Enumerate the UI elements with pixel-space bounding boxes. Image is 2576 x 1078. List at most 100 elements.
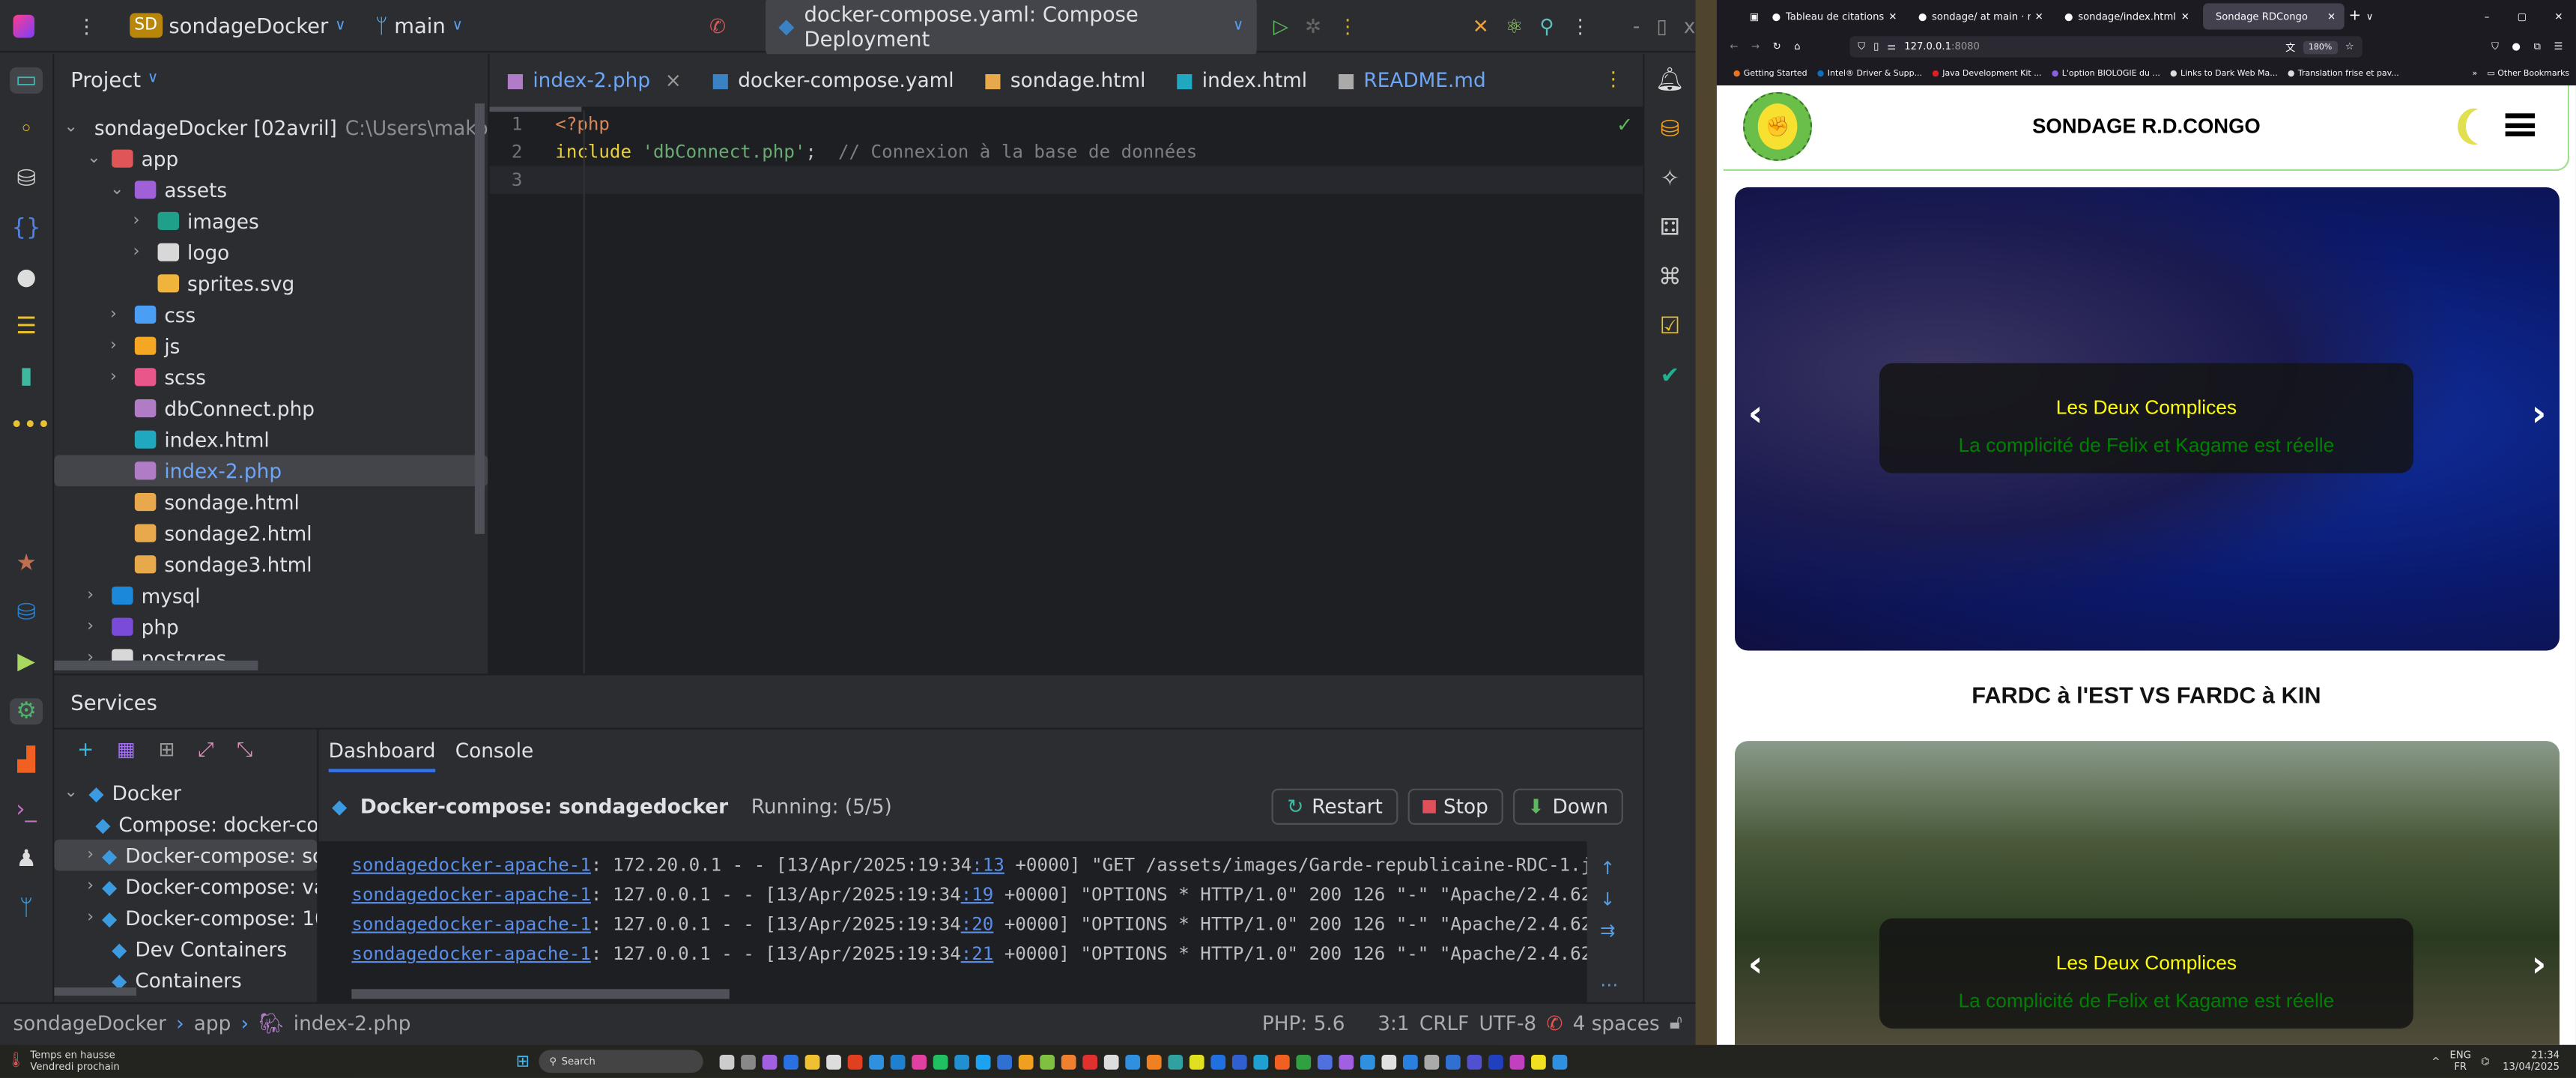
- bookmark[interactable]: ● Translation frise et pav...: [2288, 68, 2399, 78]
- expand-all-icon[interactable]: ⤢: [198, 738, 213, 763]
- tree-item[interactable]: dbConnect.php: [54, 393, 488, 424]
- app-icon[interactable]: [763, 1053, 778, 1069]
- chevron-icon[interactable]: ›: [133, 212, 150, 230]
- tree-vertical-scrollbar[interactable]: [474, 103, 485, 534]
- services-tree-scrollbar[interactable]: [54, 987, 137, 996]
- php-version[interactable]: PHP: 5.6: [1262, 1011, 1345, 1035]
- chevron-icon[interactable]: ›: [110, 368, 127, 386]
- chevron-icon[interactable]: ›: [87, 846, 94, 864]
- more-log-icon[interactable]: ⋯: [1600, 975, 1618, 996]
- service-item[interactable]: › ◆ Docker-compose: 10-0: [54, 902, 317, 933]
- stop-button[interactable]: Stop: [1407, 788, 1503, 825]
- phone-icon[interactable]: ✆: [709, 14, 726, 37]
- other-bookmarks[interactable]: ▭ Other Bookmarks: [2487, 68, 2569, 78]
- service-item[interactable]: ⌄ ◆ Docker: [54, 777, 317, 808]
- app-icon[interactable]: [1275, 1053, 1291, 1069]
- tree-item[interactable]: sprites.svg: [54, 267, 488, 299]
- soft-wrap-icon[interactable]: ⇉: [1600, 920, 1618, 942]
- app-icon[interactable]: [848, 1053, 864, 1069]
- translate-icon[interactable]: 文: [2285, 40, 2295, 54]
- editor-tab[interactable]: ■ sondage.html: [984, 69, 1145, 92]
- tree-item[interactable]: sondage2.html: [54, 518, 488, 549]
- ai-chat-icon[interactable]: ✧: [1653, 166, 1686, 193]
- app-icon[interactable]: [1189, 1053, 1205, 1069]
- log-output[interactable]: sondagedocker-apache-1: 172.20.0.1 - - […: [318, 841, 1587, 1005]
- new-tab-icon[interactable]: ⊞: [158, 738, 175, 763]
- database-explorer-icon[interactable]: ⛁: [10, 166, 43, 193]
- problems-icon[interactable]: ▟: [10, 748, 43, 774]
- tree-item[interactable]: index-2.php: [54, 455, 488, 487]
- breadcrumb-project[interactable]: sondageDocker: [13, 1011, 166, 1035]
- app-icon[interactable]: [1553, 1053, 1569, 1069]
- tree-horizontal-scrollbar[interactable]: [54, 660, 258, 670]
- docker-tool-icon[interactable]: ⚃: [1653, 215, 1686, 241]
- app-icon[interactable]: [1425, 1053, 1440, 1069]
- tree-item[interactable]: index.html: [54, 424, 488, 455]
- bookmark[interactable]: ● Links to Dark Web Ma...: [2170, 68, 2278, 78]
- tree-item[interactable]: ⌄ sondageDocker [02avril] C:\Users\makom\D…: [54, 112, 542, 143]
- bookmark[interactable]: ● L'option BIOLOGIE du ...: [2052, 68, 2160, 78]
- caret-position[interactable]: 3:1: [1378, 1011, 1409, 1035]
- zoom-level[interactable]: 180%: [2303, 40, 2337, 54]
- tree-item[interactable]: › images: [54, 205, 488, 237]
- timestamp-link[interactable]: :19: [961, 884, 994, 906]
- tray-chevron-icon[interactable]: ^: [2431, 1056, 2440, 1067]
- search-icon[interactable]: ⚲: [1539, 14, 1554, 37]
- chevron-icon[interactable]: ⌄: [110, 181, 127, 199]
- database-tool-icon[interactable]: ⛁: [1653, 117, 1686, 143]
- app-icon[interactable]: [1104, 1053, 1120, 1069]
- app-icon[interactable]: [1254, 1053, 1270, 1069]
- breadcrumb-app[interactable]: app: [194, 1011, 231, 1035]
- project-tool-icon[interactable]: ▭: [10, 67, 43, 94]
- app-icon[interactable]: [1467, 1053, 1483, 1069]
- tree-item[interactable]: › php: [54, 611, 488, 643]
- chevron-icon[interactable]: ›: [133, 243, 150, 261]
- minimize-icon[interactable]: -: [1633, 14, 1640, 37]
- maximize-icon[interactable]: ▢: [2518, 10, 2527, 22]
- tree-item[interactable]: ⌄ assets: [54, 174, 488, 205]
- tree-item[interactable]: sondage.html: [54, 486, 488, 518]
- app-icon[interactable]: [912, 1053, 927, 1069]
- close-tab-icon[interactable]: ✕: [2327, 10, 2336, 22]
- maximize-icon[interactable]: ▯: [1656, 14, 1667, 37]
- file-encoding[interactable]: UTF-8: [1479, 1011, 1536, 1035]
- timestamp-link[interactable]: :21: [961, 943, 994, 965]
- build-tools-icon[interactable]: ✕: [1473, 14, 1489, 37]
- bookmark[interactable]: ● Java Development Kit ...: [1932, 68, 2041, 78]
- chevron-icon[interactable]: ›: [87, 587, 103, 605]
- main-menu-icon[interactable]: ⋮: [76, 14, 96, 37]
- run-icon[interactable]: ▷: [1273, 14, 1288, 37]
- editor-tab[interactable]: ■ index-2.php ×: [506, 69, 682, 92]
- gamepad-icon[interactable]: ⌘: [1653, 264, 1686, 291]
- language-indicator[interactable]: ENG FR: [2450, 1050, 2471, 1073]
- commit-icon[interactable]: ◦: [10, 117, 43, 143]
- hamburger-menu-icon[interactable]: [2505, 113, 2536, 137]
- app-icon[interactable]: [805, 1053, 821, 1069]
- bookmark[interactable]: ● Intel® Driver & Supp...: [1817, 68, 1922, 78]
- home-icon[interactable]: ⌂: [1794, 41, 1800, 52]
- app-icon[interactable]: [1232, 1053, 1248, 1069]
- log-horizontal-scrollbar[interactable]: [351, 989, 730, 999]
- url-bar[interactable]: ⛉ ▯ ⚌ 127.0.0.1:8080 文 180% ☆: [1849, 36, 2363, 58]
- app-icon[interactable]: [955, 1053, 970, 1069]
- app-icon[interactable]: [1297, 1053, 1312, 1069]
- phone-status-icon[interactable]: ✆: [1546, 1011, 1563, 1035]
- ai-assistant-icon[interactable]: ⚛: [1506, 14, 1524, 37]
- project-panel-header[interactable]: Project ∨: [54, 54, 488, 103]
- rest-client-icon[interactable]: {}: [10, 215, 43, 241]
- app-icon[interactable]: [1382, 1053, 1398, 1069]
- tab-overview-icon[interactable]: ▣: [1750, 10, 1759, 22]
- app-icon[interactable]: [1061, 1053, 1077, 1069]
- app-icon[interactable]: [1531, 1053, 1547, 1069]
- chevron-icon[interactable]: ›: [110, 337, 127, 355]
- line-endings[interactable]: CRLF: [1419, 1011, 1469, 1035]
- editor-tab[interactable]: ■ README.md: [1337, 69, 1486, 92]
- chevron-icon[interactable]: ›: [110, 306, 127, 324]
- timestamp-link[interactable]: :20: [961, 913, 994, 935]
- container-link[interactable]: sondagedocker-apache-1: [351, 884, 591, 906]
- app-icon[interactable]: [784, 1053, 799, 1069]
- service-item[interactable]: ◆ Compose: docker-com: [54, 808, 317, 840]
- app-icon[interactable]: [1040, 1053, 1055, 1069]
- tree-item[interactable]: › scss: [54, 362, 488, 393]
- debug-icon[interactable]: ✲: [1305, 14, 1321, 37]
